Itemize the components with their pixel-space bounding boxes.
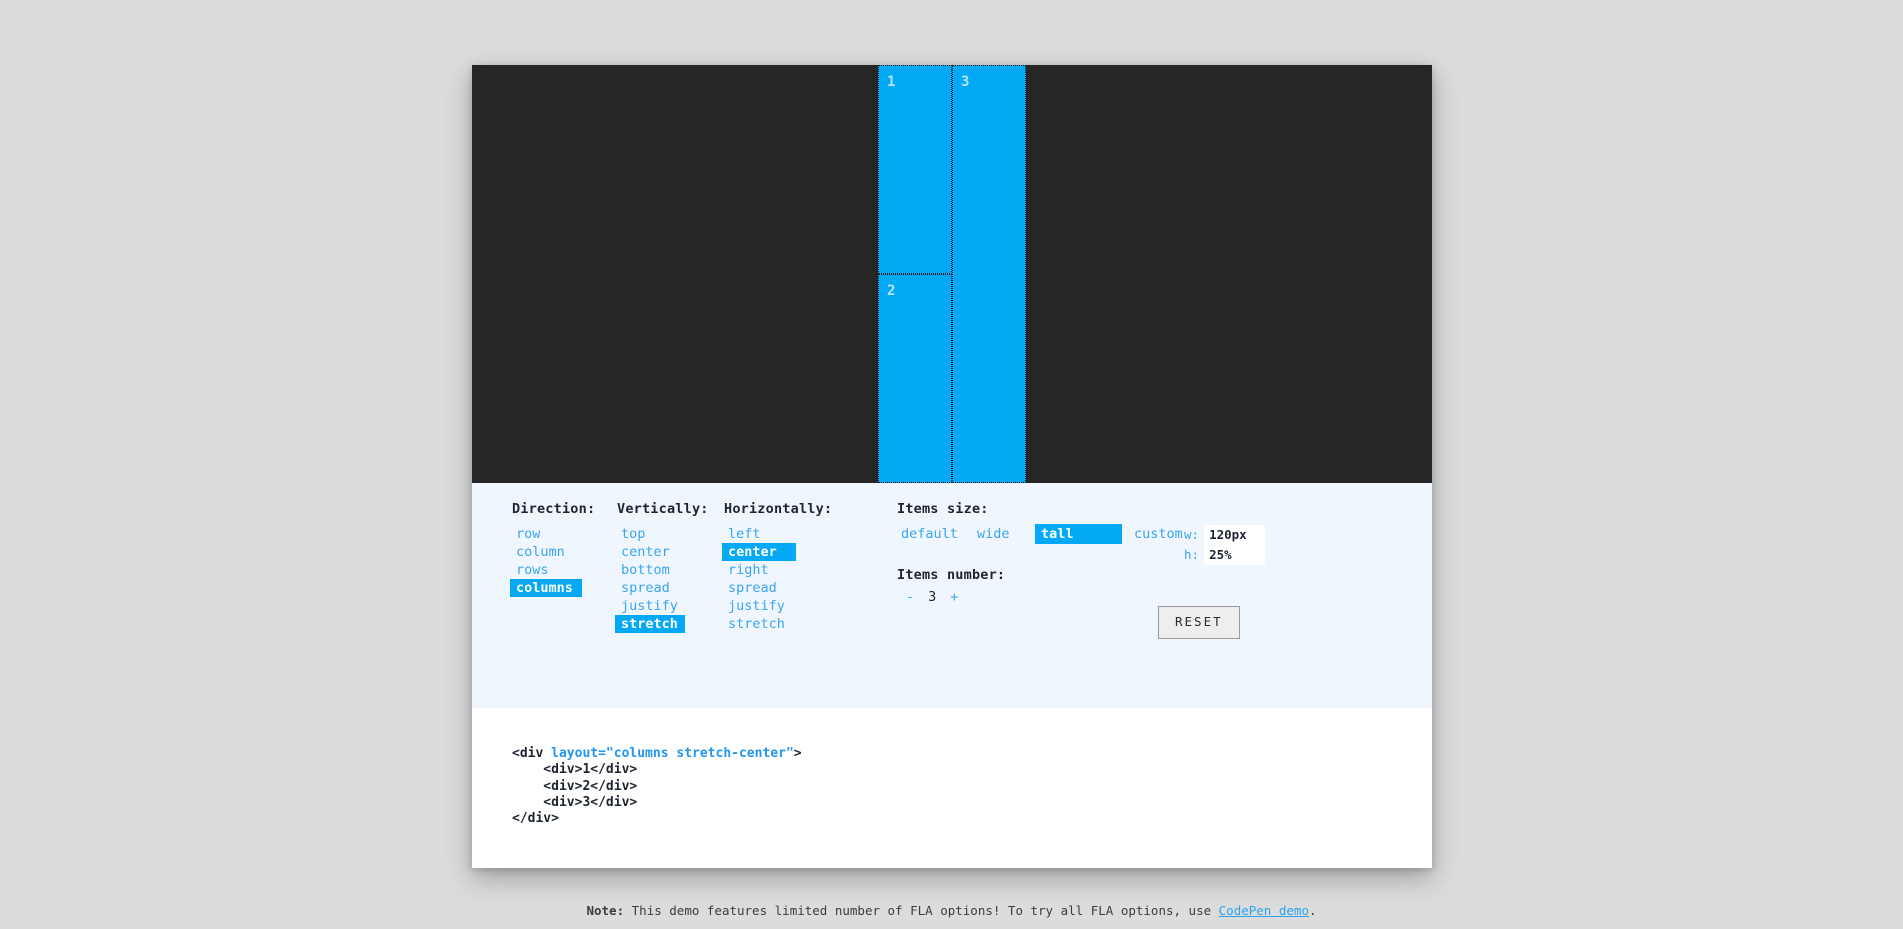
codepen-demo-link[interactable]: CodePen demo [1219,903,1309,918]
code-line-3: <div>2</div> [512,778,638,794]
footer-note: Note: This demo features limited number … [0,903,1903,918]
direction-heading: Direction: [512,501,596,517]
demo-card: 1 2 3 Direction: row column rows columns… [472,65,1432,868]
items-size-option-wide[interactable]: wide [971,524,1016,544]
items-width-row: w: 120px [1184,525,1266,545]
items-size-option-custom[interactable]: custom [1128,524,1189,544]
controls-panel: Direction: row column rows columns Verti… [472,483,1432,708]
horizontally-option-justify[interactable]: justify [722,597,791,615]
items-width-input[interactable]: 120px [1204,525,1266,545]
items-size-option-tall[interactable]: tall [1035,524,1122,545]
direction-option-rows[interactable]: rows [510,561,555,579]
reset-button[interactable]: RESET [1158,606,1240,639]
preview-item-3[interactable]: 3 [952,65,1026,483]
code-tag-close: > [793,746,802,761]
vertically-option-top[interactable]: top [615,525,651,543]
items-number-increment[interactable]: + [940,589,968,605]
horizontally-option-center[interactable]: center [722,543,796,562]
code-line-4: <div>3</div> [512,794,638,810]
horizontally-option-right[interactable]: right [722,561,775,579]
vertically-heading: Vertically: [617,501,709,517]
page-root: 1 2 3 Direction: row column rows columns… [0,0,1903,929]
items-number-stepper: - 3 + [896,589,968,605]
direction-option-column[interactable]: column [510,543,571,561]
items-size-heading: Items size: [897,501,989,517]
vertically-option-center[interactable]: center [615,543,676,561]
vertically-option-justify[interactable]: justify [615,597,684,615]
preview-item-label: 1 [887,74,896,90]
code-line-2: <div>1</div> [512,762,638,778]
preview-item-2[interactable]: 2 [878,274,952,483]
items-number-heading: Items number: [897,567,1006,583]
horizontally-heading: Horizontally: [724,501,833,517]
vertically-option-stretch[interactable]: stretch [615,615,685,634]
items-number-value: 3 [928,589,937,605]
footer-note-period: . [1308,903,1317,918]
horizontally-option-spread[interactable]: spread [722,579,783,597]
preview-item-label: 3 [961,74,970,90]
direction-option-columns[interactable]: columns [510,579,582,598]
items-height-input[interactable]: 25% [1204,545,1266,565]
code-block: <div layout="columns stretch-center"> <d… [472,708,1432,868]
footer-note-text: This demo features limited number of FLA… [624,903,1219,918]
direction-option-row[interactable]: row [510,525,546,543]
preview-stage: 1 2 3 [472,65,1432,483]
items-width-label: w: [1184,527,1200,543]
items-height-row: h: 25% [1184,545,1266,565]
code-layout-attribute: layout="columns stretch-center" [551,746,794,761]
horizontally-option-left[interactable]: left [722,525,767,543]
footer-note-label: Note: [586,903,625,918]
items-size-option-default[interactable]: default [895,524,964,544]
items-number-decrement[interactable]: - [896,589,924,605]
code-tag-open: <div [512,746,552,761]
preview-item-label: 2 [887,283,896,299]
vertically-option-bottom[interactable]: bottom [615,561,676,579]
code-line-1: <div layout="columns stretch-center"> [512,746,802,761]
code-line-5: </div> [512,811,559,827]
items-height-label: h: [1184,547,1200,563]
vertically-option-spread[interactable]: spread [615,579,676,597]
preview-item-1[interactable]: 1 [878,65,952,274]
horizontally-option-stretch[interactable]: stretch [722,615,791,633]
